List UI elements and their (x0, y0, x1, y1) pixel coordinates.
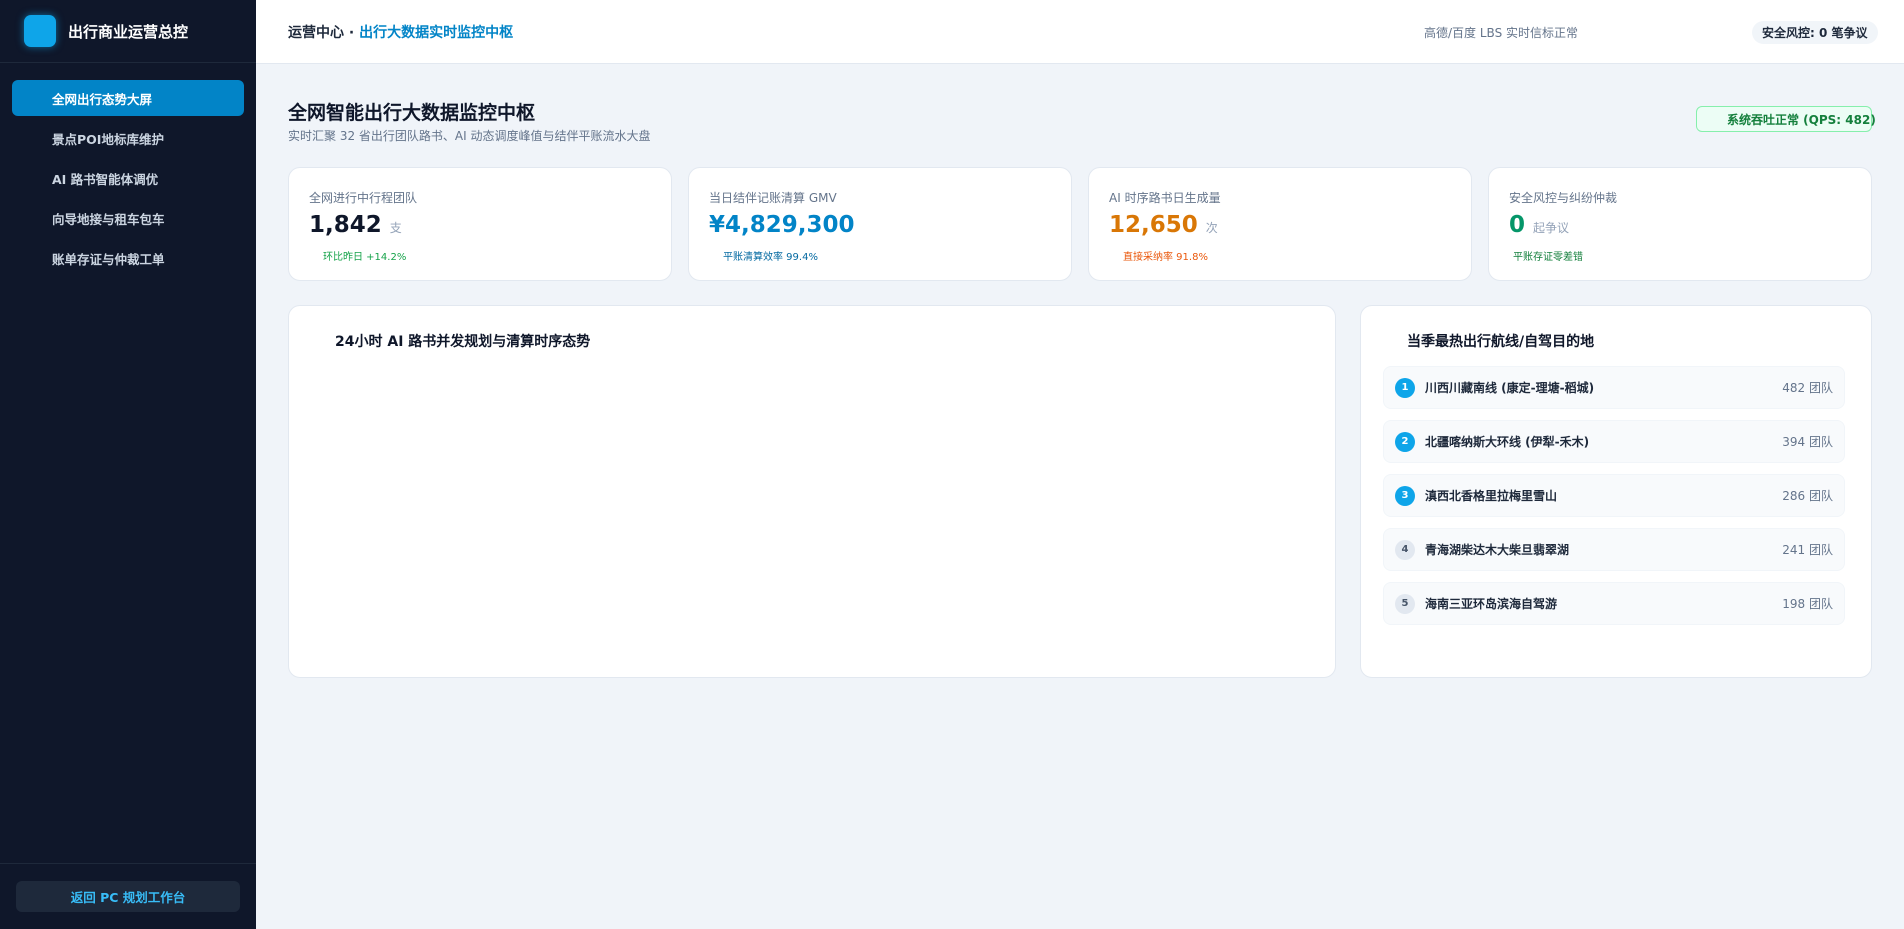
team-count: 286 团队 (1782, 489, 1833, 503)
kpi-unit: 起争议 (1533, 221, 1570, 235)
system-status-badge: 系统吞吐正常 (QPS: 482) (1696, 106, 1876, 132)
sidebar-item-billing-arbitration[interactable]: 账单存证与仲裁工单 (12, 240, 244, 276)
kpi-label: AI 时序路书日生成量 (1109, 191, 1221, 205)
route-name: 青海湖柴达木大柴旦翡翠湖 (1425, 543, 1570, 557)
ranking-item[interactable]: 4 青海湖柴达木大柴旦翡翠湖 241 团队 (1383, 528, 1845, 571)
rank-number: 1 (1395, 377, 1415, 398)
rank-number: 5 (1395, 593, 1415, 614)
route-name: 滇西北香格里拉梅里雪山 (1425, 489, 1558, 503)
back-to-workbench-button[interactable]: 返回 PC 规划工作台 (16, 881, 240, 912)
kpi-card-active-teams: 全网进行中行程团队 1,842 支 环比昨日 +14.2% (288, 167, 672, 281)
sidebar: 出行商业运营总控 全网出行态势大屏 景点POI地标库维护 AI 路书智能体调优 … (0, 0, 256, 929)
kpi-value: 1,842 (309, 212, 382, 238)
team-count: 241 团队 (1782, 543, 1833, 557)
kpi-card-ai-itinerary: AI 时序路书日生成量 12,650 次 直接采纳率 91.8% (1088, 167, 1472, 281)
kpi-card-risk-control: 安全风控与纠纷仲裁 0 起争议 平账存证零差错 (1488, 167, 1872, 281)
sidebar-nav: 全网出行态势大屏 景点POI地标库维护 AI 路书智能体调优 向导地接与租车包车… (0, 63, 256, 276)
breadcrumb: 运营中心 · 出行大数据实时监控中枢 (288, 22, 513, 42)
kpi-value-row: 0 起争议 (1509, 212, 1569, 238)
ranking-panel-title: 当季最热出行航线/自驾目的地 (1407, 334, 1595, 350)
kpi-foot: 平账清算效率 99.4% (723, 252, 818, 263)
kpi-unit: 次 (1205, 221, 1218, 235)
kpi-unit: 支 (389, 221, 402, 235)
rank-number: 3 (1395, 485, 1415, 506)
ranking-panel: 当季最热出行航线/自驾目的地 1 川西川藏南线 (康定-理塘-稻城) 482 团… (1360, 305, 1872, 678)
sidebar-item-traffic-dashboard[interactable]: 全网出行态势大屏 (12, 80, 244, 116)
breadcrumb-root[interactable]: 运营中心 (288, 25, 344, 41)
chart-panel-title: 24小时 AI 路书并发规划与清算时序态势 (335, 334, 591, 350)
rank-number: 4 (1395, 539, 1415, 560)
topbar: 运营中心 · 出行大数据实时监控中枢 高德/百度 LBS 实时信标正常 安全风控… (256, 0, 1904, 64)
route-name: 海南三亚环岛滨海自驾游 (1425, 597, 1558, 611)
kpi-value-row: ¥4,829,300 (709, 212, 863, 238)
team-count: 394 团队 (1782, 435, 1833, 449)
lbs-status-text: 高德/百度 LBS 实时信标正常 (1424, 25, 1578, 40)
sidebar-item-guide-rental[interactable]: 向导地接与租车包车 (12, 200, 244, 236)
breadcrumb-separator: · (344, 25, 360, 41)
page-subtitle: 实时汇聚 32 省出行团队路书、AI 动态调度峰值与结伴平账流水大盘 (288, 129, 651, 143)
kpi-value: 12,650 (1109, 212, 1198, 238)
brand-logo (24, 15, 56, 47)
kpi-label: 全网进行中行程团队 (309, 191, 418, 205)
kpi-foot: 环比昨日 +14.2% (323, 252, 407, 263)
team-count: 198 团队 (1782, 597, 1833, 611)
team-count: 482 团队 (1782, 381, 1833, 395)
risk-status-badge: 安全风控: 0 笔争议 (1752, 21, 1878, 44)
page-title: 全网智能出行大数据监控中枢 (288, 102, 536, 124)
route-name: 北疆喀纳斯大环线 (伊犁-禾木) (1425, 435, 1590, 449)
kpi-value-row: 12,650 次 (1109, 212, 1218, 238)
chart-area (311, 366, 1313, 657)
kpi-value: 0 (1509, 212, 1526, 238)
brand: 出行商业运营总控 (0, 0, 256, 63)
brand-title: 出行商业运营总控 (68, 22, 189, 41)
sidebar-item-poi-library[interactable]: 景点POI地标库维护 (12, 120, 244, 156)
ranking-item[interactable]: 5 海南三亚环岛滨海自驾游 198 团队 (1383, 582, 1845, 625)
breadcrumb-current: 出行大数据实时监控中枢 (359, 25, 514, 41)
kpi-foot: 平账存证零差错 (1513, 252, 1583, 263)
sidebar-footer: 返回 PC 规划工作台 (0, 863, 256, 929)
route-name: 川西川藏南线 (康定-理塘-稻城) (1425, 381, 1595, 395)
kpi-value-row: 1,842 支 (309, 212, 402, 238)
kpi-value: ¥4,829,300 (709, 212, 855, 238)
sidebar-item-ai-itinerary[interactable]: AI 路书智能体调优 (12, 160, 244, 196)
kpi-label: 当日结伴记账清算 GMV (709, 191, 837, 205)
kpi-card-gmv: 当日结伴记账清算 GMV ¥4,829,300 平账清算效率 99.4% (688, 167, 1072, 281)
chart-panel: 24小时 AI 路书并发规划与清算时序态势 (288, 305, 1336, 678)
ranking-item[interactable]: 3 滇西北香格里拉梅里雪山 286 团队 (1383, 474, 1845, 517)
kpi-label: 安全风控与纠纷仲裁 (1509, 191, 1618, 205)
ranking-item[interactable]: 1 川西川藏南线 (康定-理塘-稻城) 482 团队 (1383, 366, 1845, 409)
rank-number: 2 (1395, 431, 1415, 452)
kpi-foot: 直接采纳率 91.8% (1123, 252, 1208, 263)
ranking-item[interactable]: 2 北疆喀纳斯大环线 (伊犁-禾木) 394 团队 (1383, 420, 1845, 463)
